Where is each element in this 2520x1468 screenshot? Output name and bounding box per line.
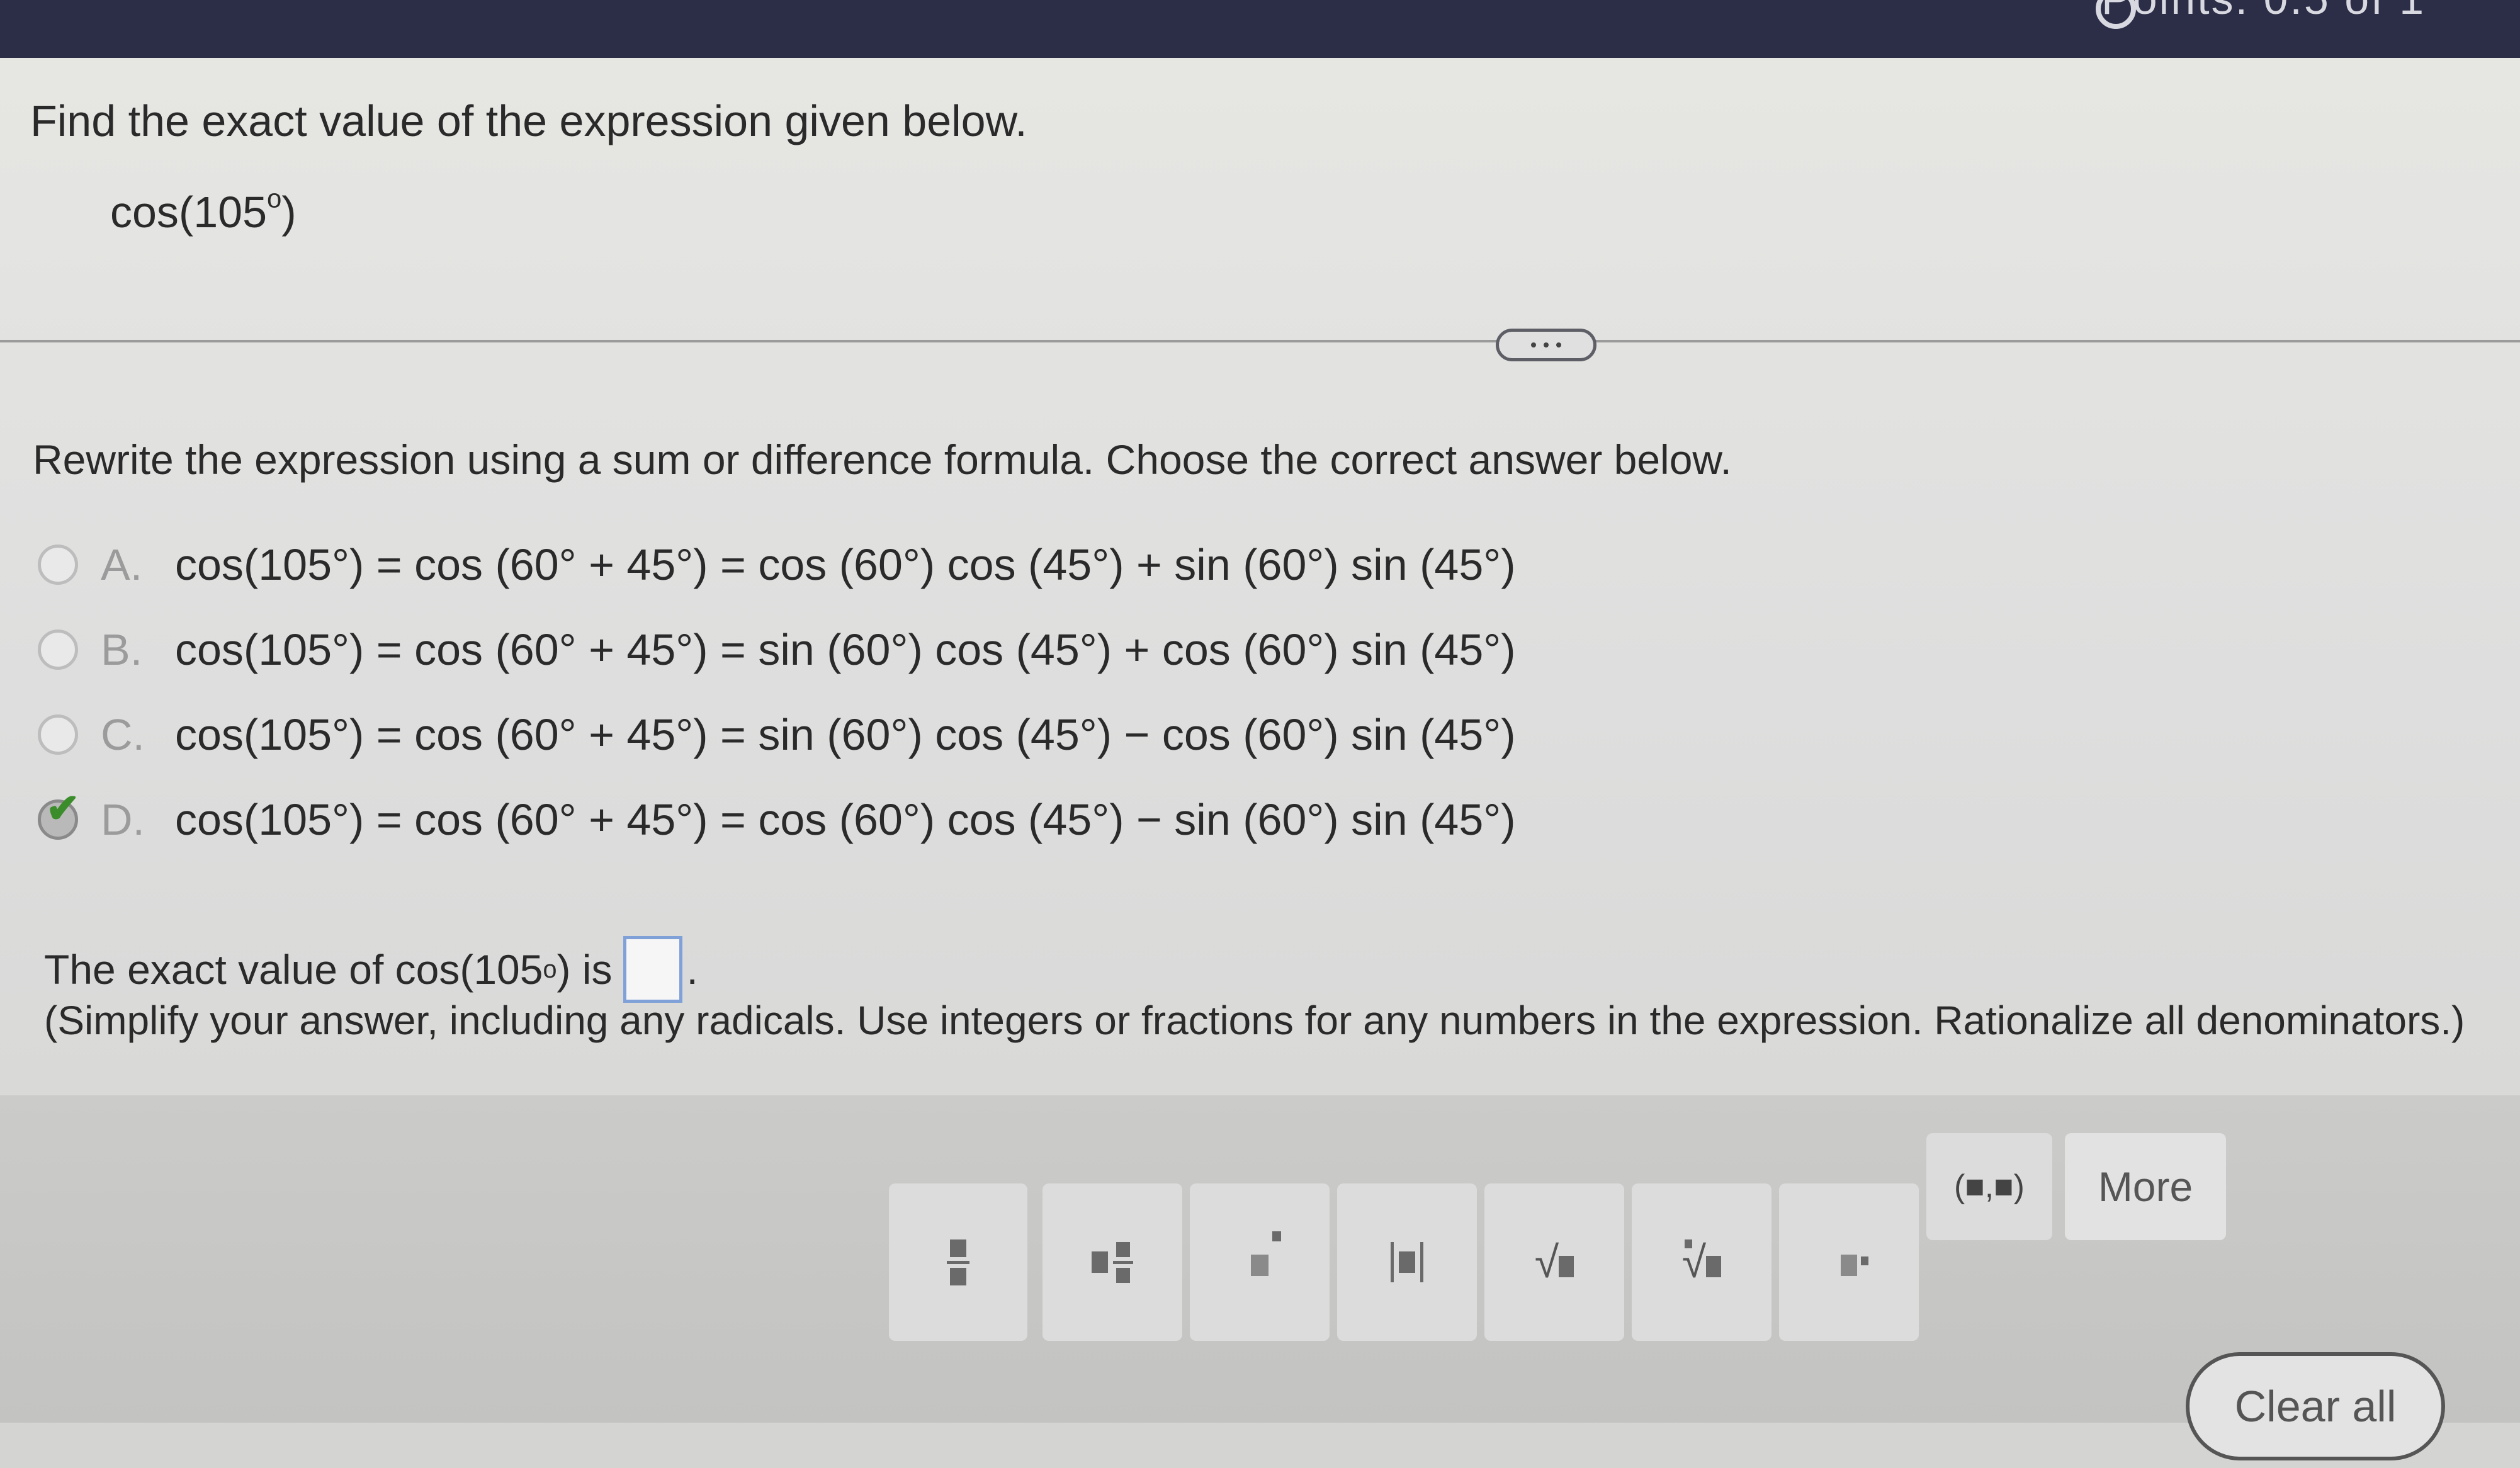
ellipsis-icon[interactable] bbox=[1496, 329, 1596, 361]
checkmark-icon: ✔ bbox=[46, 786, 80, 831]
answer-input[interactable] bbox=[623, 936, 683, 1003]
option-letter: A. bbox=[101, 540, 143, 589]
top-bar: Points: 0.5 of 1 bbox=[0, 0, 2520, 58]
option-text: cos(105°) = cos (60° + 45°) = cos (60°) … bbox=[175, 795, 1516, 844]
option-text: cos(105°) = cos (60° + 45°) = sin (60°) … bbox=[175, 625, 1516, 674]
radio-button-selected[interactable]: ✔ bbox=[38, 786, 80, 840]
points-text: Points: 0.5 of 1 bbox=[2101, 0, 2426, 24]
option-text: cos(105°) = cos (60° + 45°) = cos (60°) … bbox=[175, 540, 1516, 589]
answer-label: The exact value of cos(105 bbox=[44, 946, 543, 993]
question-expression: cos(105o) bbox=[110, 183, 297, 237]
subscript-icon[interactable] bbox=[1779, 1183, 1919, 1341]
radio-button[interactable] bbox=[38, 630, 78, 670]
clear-all-button[interactable]: Clear all bbox=[2186, 1352, 2445, 1460]
question-prompt: Find the exact value of the expression g… bbox=[30, 96, 1027, 145]
more-button[interactable]: More bbox=[2065, 1133, 2226, 1240]
divider bbox=[0, 340, 2520, 342]
option-text: cos(105°) = cos (60° + 45°) = sin (60°) … bbox=[175, 710, 1516, 759]
option-letter: C. bbox=[101, 710, 145, 759]
exponent-icon[interactable] bbox=[1190, 1183, 1330, 1341]
option-b[interactable]: B. cos(105°) = cos (60° + 45°) = sin (60… bbox=[38, 618, 1516, 681]
fraction-icon[interactable] bbox=[889, 1183, 1027, 1341]
option-a[interactable]: A. cos(105°) = cos (60° + 45°) = cos (60… bbox=[38, 533, 1516, 596]
option-d[interactable]: ✔ D. cos(105°) = cos (60° + 45°) = cos (… bbox=[38, 786, 1516, 851]
answer-line: The exact value of cos(105 o) is . bbox=[44, 936, 698, 1003]
answer-instructions: (Simplify your answer, including any rad… bbox=[44, 998, 2465, 1043]
option-c[interactable]: C. cos(105°) = cos (60° + 45°) = sin (60… bbox=[38, 703, 1516, 766]
mixed-number-icon[interactable] bbox=[1042, 1183, 1182, 1341]
option-letter: D. bbox=[101, 795, 145, 844]
answer-label-end: ) is bbox=[557, 946, 613, 993]
square-root-icon[interactable]: √ bbox=[1484, 1183, 1624, 1341]
part-instruction: Rewrite the expression using a sum or di… bbox=[33, 436, 1732, 483]
ordered-pair-icon[interactable]: (■,■) bbox=[1926, 1133, 2052, 1240]
radio-button[interactable] bbox=[38, 714, 78, 755]
absolute-value-icon[interactable] bbox=[1337, 1183, 1477, 1341]
nth-root-icon[interactable]: √ bbox=[1632, 1183, 1771, 1341]
option-letter: B. bbox=[101, 625, 143, 674]
math-toolbar: √ √ (■,■) More bbox=[0, 1095, 2520, 1423]
radio-button[interactable] bbox=[38, 545, 78, 585]
